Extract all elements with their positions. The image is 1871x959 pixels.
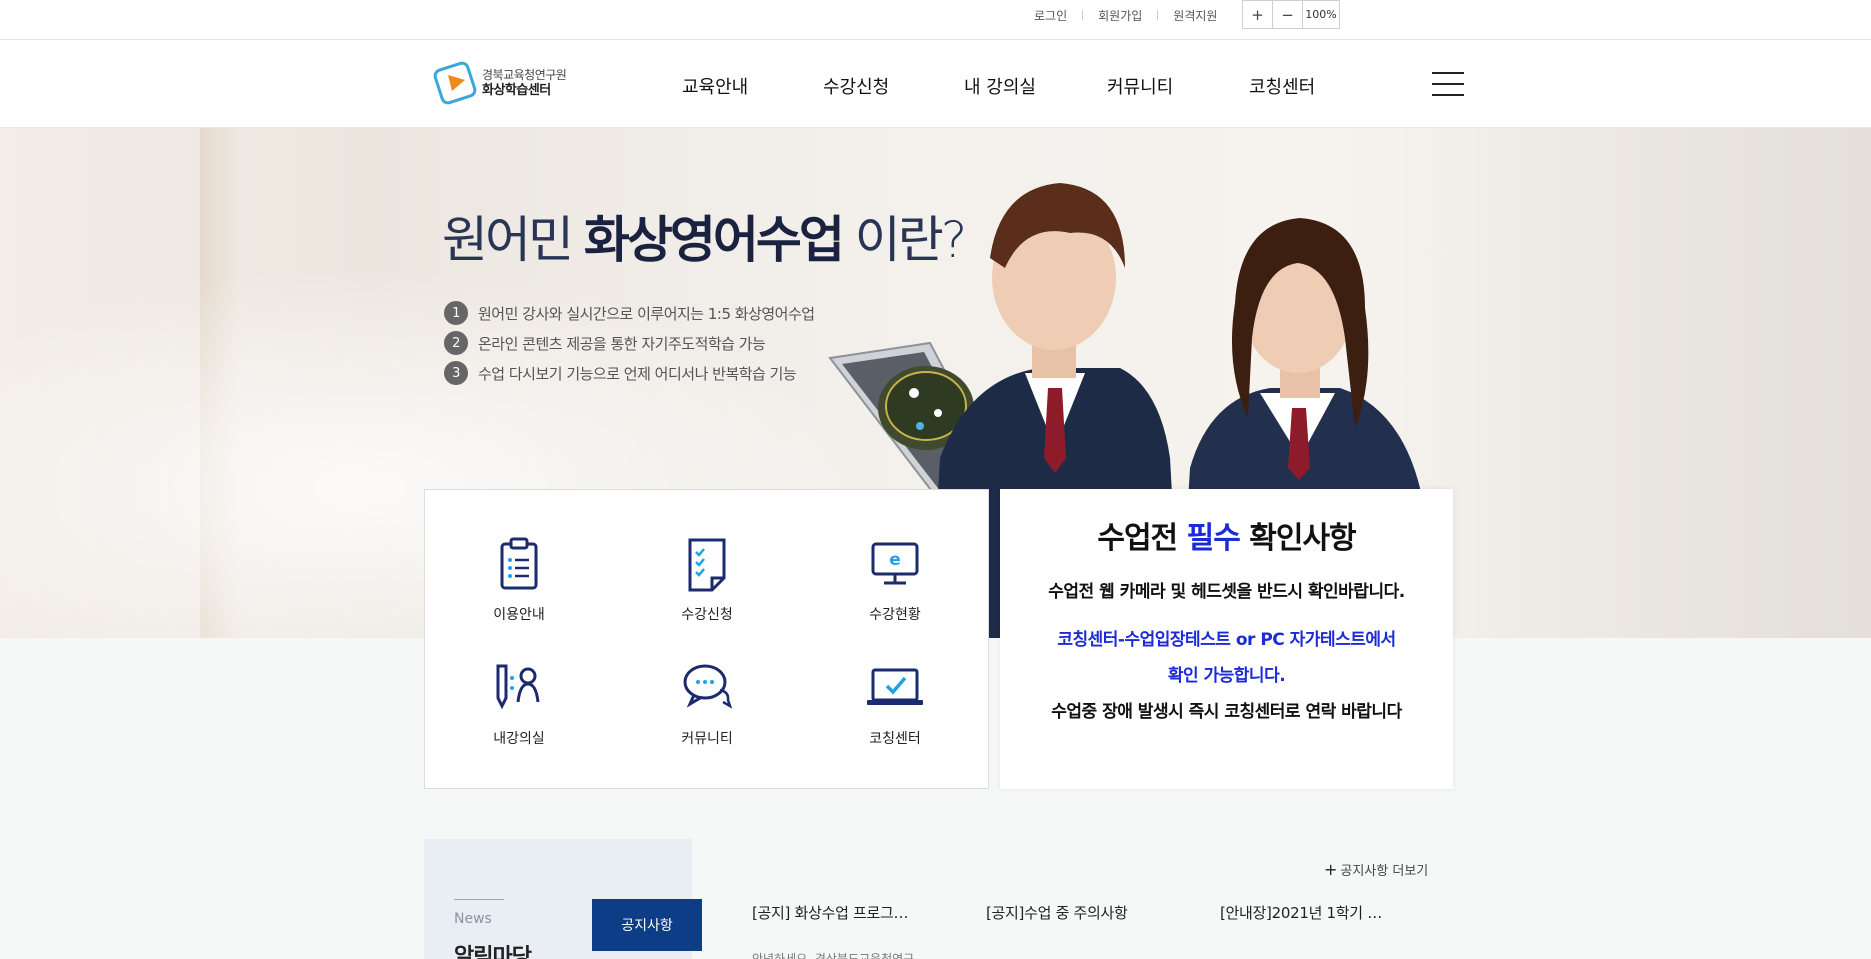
hero-feature-list: 1 원어민 강사와 실시간으로 이루어지는 1:5 화상영어수업 2 온라인 콘… xyxy=(444,298,815,388)
quick-item-label: 수강현황 xyxy=(869,607,921,623)
hero-feature-item: 3 수업 다시보기 기능으로 언제 어디서나 반복학습 기능 xyxy=(444,358,815,388)
logo-mark-icon xyxy=(432,58,478,108)
hero-feature-item: 2 온라인 콘텐츠 제공을 통한 자기주도적학습 가능 xyxy=(444,328,815,358)
nav-item-community[interactable]: 커뮤니티 xyxy=(1107,73,1173,99)
hero-title-part2: 화상영어수업 xyxy=(583,211,845,269)
quick-item-label: 수강신청 xyxy=(681,607,733,623)
svg-text:e: e xyxy=(889,550,901,570)
signup-link[interactable]: 회원가입 xyxy=(1098,7,1142,24)
menu-hamburger-icon[interactable] xyxy=(1432,72,1464,96)
nav-item-enroll[interactable]: 수강신청 xyxy=(823,73,889,99)
nav-item-education[interactable]: 교육안내 xyxy=(682,73,748,99)
feature-number-badge: 1 xyxy=(444,301,468,325)
notice-item-preview: 안녕하세요. 경상북도교육청연구 xyxy=(752,952,915,959)
laptop-check-icon xyxy=(867,660,923,716)
quick-item-label: 커뮤니티 xyxy=(681,731,733,747)
checklist-document-icon xyxy=(682,536,732,592)
plus-icon: + xyxy=(1324,860,1338,879)
feature-text: 수업 다시보기 기능으로 언제 어디서나 반복학습 기능 xyxy=(478,364,797,383)
tab-notice[interactable]: 공지사항 xyxy=(592,899,702,951)
hero-title-part1: 원어민 xyxy=(442,211,584,269)
nav-item-my-classroom[interactable]: 내 강의실 xyxy=(964,73,1036,99)
quick-item-guide[interactable]: 이용안내 xyxy=(444,536,594,646)
feature-text: 온라인 콘텐츠 제공을 통한 자기주도적학습 가능 xyxy=(478,334,766,353)
hero-title: 원어민 화상영어수업 이란? xyxy=(442,200,968,272)
quick-item-enroll[interactable]: 수강신청 xyxy=(632,536,782,646)
pre-class-notice: 수업전 필수 확인사항 수업전 웹 카메라 및 헤드셋을 반드시 확인바랍니다.… xyxy=(1000,489,1453,789)
feature-text: 원어민 강사와 실시간으로 이루어지는 1:5 화상영어수업 xyxy=(478,304,815,323)
utility-links: 로그인 회원가입 원격지원 xyxy=(1034,0,1217,30)
notice-item[interactable]: [공지] 화상수업 프로그… xyxy=(752,902,909,923)
quick-item-label: 코칭센터 xyxy=(869,731,921,747)
quick-menu: 이용안내 수강신청 e 수강현황 내강의실 커뮤니티 코칭센터 xyxy=(424,489,989,789)
logo-line1: 경북교육청연구원 xyxy=(482,68,567,82)
remote-support-link[interactable]: 원격지원 xyxy=(1173,7,1217,24)
notice-title-part3: 확인사항 xyxy=(1239,521,1356,556)
divider xyxy=(454,899,504,900)
notice-line3: 확인 가능합니다. xyxy=(1167,666,1286,686)
zoom-control: + − 100% xyxy=(1242,0,1340,29)
hero-feature-item: 1 원어민 강사와 실시간으로 이루어지는 1:5 화상영어수업 xyxy=(444,298,815,328)
feature-number-badge: 2 xyxy=(444,331,468,355)
notice-line4: 수업중 장애 발생시 즉시 코칭센터로 연락 바랍니다 xyxy=(1051,702,1402,722)
clipboard-list-icon xyxy=(494,536,544,592)
notice-line1: 수업전 웹 카메라 및 헤드셋을 반드시 확인바랍니다. xyxy=(1048,582,1405,602)
notice-title: 수업전 필수 확인사항 xyxy=(1000,513,1453,557)
zoom-in-button[interactable]: + xyxy=(1243,1,1273,28)
monitor-e-icon: e xyxy=(870,536,920,592)
chat-bubbles-icon xyxy=(682,660,733,716)
quick-item-my-classroom[interactable]: 내강의실 xyxy=(444,660,594,770)
divider xyxy=(1157,10,1159,20)
news-label: News xyxy=(454,911,492,927)
feature-number-badge: 3 xyxy=(444,361,468,385)
zoom-out-button[interactable]: − xyxy=(1273,1,1303,28)
notice-item[interactable]: [안내장]2021년 1학기 … xyxy=(1220,902,1382,923)
hero-title-part3: 이란? xyxy=(841,211,968,269)
zoom-level: 100% xyxy=(1305,8,1337,21)
quick-item-status[interactable]: e 수강현황 xyxy=(820,536,970,646)
site-logo[interactable]: 경북교육청연구원 화상학습센터 xyxy=(432,58,567,108)
notice-title-part1: 수업전 xyxy=(1097,521,1187,556)
quick-item-community[interactable]: 커뮤니티 xyxy=(632,660,782,770)
quick-item-label: 이용안내 xyxy=(493,607,545,623)
quick-item-label: 내강의실 xyxy=(493,731,545,747)
more-label: 공지사항 더보기 xyxy=(1340,864,1429,879)
divider xyxy=(1082,10,1084,20)
notice-item[interactable]: [공지]수업 중 주의사항 xyxy=(986,902,1128,923)
notice-title-part2: 필수 xyxy=(1186,521,1241,556)
notice-line2: 코칭센터-수업입장테스트 or PC 자가테스트에서 xyxy=(1057,630,1396,650)
pencil-person-icon xyxy=(494,660,544,716)
nav-item-coaching[interactable]: 코칭센터 xyxy=(1249,73,1315,99)
quick-item-coaching[interactable]: 코칭센터 xyxy=(820,660,970,770)
login-link[interactable]: 로그인 xyxy=(1034,7,1067,24)
top-utility-bar: 로그인 회원가입 원격지원 + − 100% xyxy=(0,0,1871,40)
board-title: 알림마당 xyxy=(454,945,532,959)
site-header: 경북교육청연구원 화상학습센터 교육안내 수강신청 내 강의실 커뮤니티 코칭센… xyxy=(0,40,1871,128)
logo-line2: 화상학습센터 xyxy=(482,83,551,98)
notice-more-link[interactable]: + 공지사항 더보기 xyxy=(1324,860,1428,879)
